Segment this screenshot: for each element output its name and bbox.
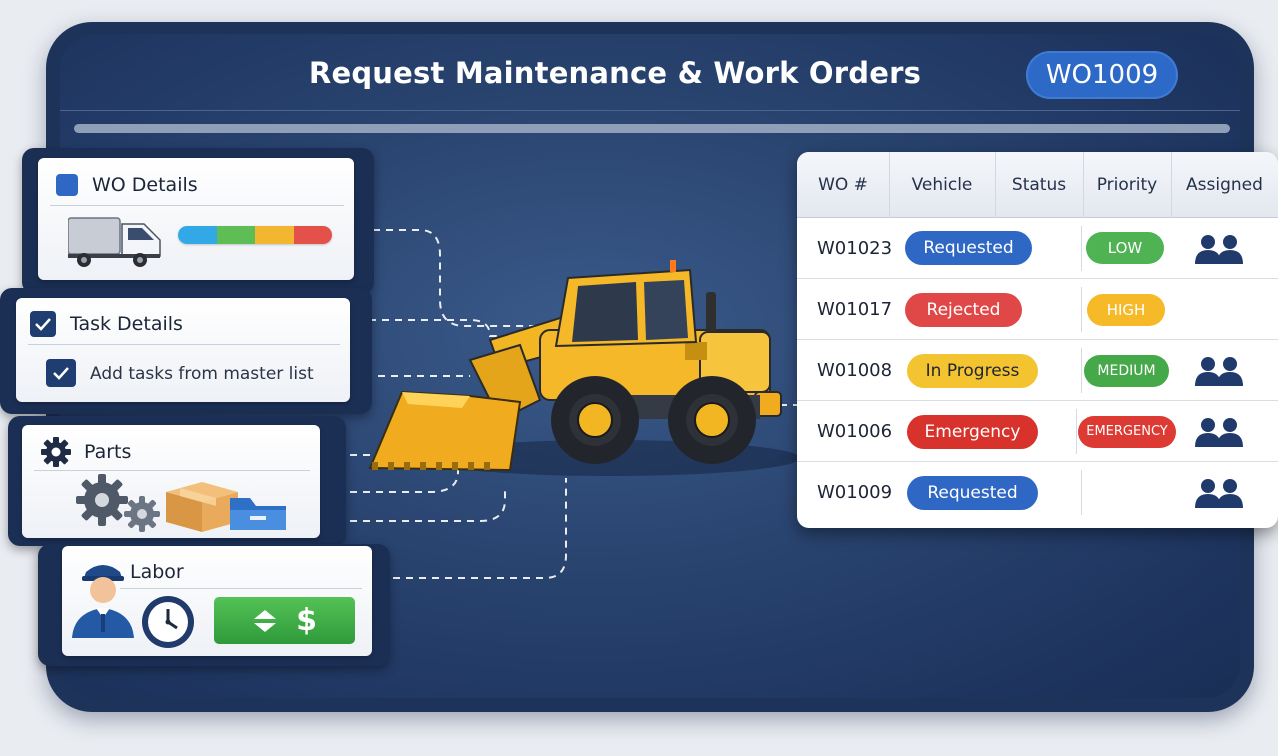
truck-icon	[68, 217, 161, 267]
wo-number: W01023	[817, 238, 893, 259]
priority-badge: LOW	[1086, 232, 1164, 264]
work-orders-table: WO # Vehicle Status Priority Assigned W0…	[797, 152, 1278, 528]
checkbox-square-icon[interactable]	[56, 174, 78, 196]
assigned-users-icon[interactable]	[1193, 416, 1245, 448]
tray-icon	[230, 498, 286, 530]
gear-icon	[41, 437, 71, 467]
table-header: WO # Vehicle Status Priority Assigned	[797, 152, 1278, 218]
table-row[interactable]: W01017 Rejected HIGH	[797, 279, 1278, 340]
gears-icon	[76, 474, 160, 532]
card-divider	[50, 205, 344, 206]
table-row[interactable]: W01023 Requested LOW	[797, 218, 1278, 279]
status-badge: Rejected	[905, 293, 1022, 327]
priority-badge: MEDIUM	[1084, 355, 1169, 387]
clock-icon	[142, 596, 194, 648]
wo-number: W01008	[817, 360, 893, 381]
wo-number: W01009	[817, 482, 893, 503]
assigned-users-icon[interactable]	[1193, 477, 1245, 509]
wo-details-title: WO Details	[92, 174, 198, 196]
priority-badge: HIGH	[1087, 294, 1165, 326]
card-divider	[120, 588, 362, 589]
status-badge: Requested	[905, 231, 1032, 265]
status-progress-bar	[178, 226, 332, 244]
priority-badge: EMERGENCY	[1078, 416, 1176, 448]
assigned-users-icon[interactable]	[1193, 355, 1245, 387]
table-row[interactable]: W01008 In Progress MEDIUM	[797, 340, 1278, 401]
wo-number: W01017	[817, 299, 893, 320]
column-header-assigned[interactable]: Assigned	[1171, 152, 1278, 218]
card-divider	[34, 470, 310, 471]
status-badge: In Progress	[907, 354, 1038, 388]
card-divider	[28, 344, 340, 345]
wheel-loader-icon	[368, 260, 782, 472]
task-details-checkbox-icon[interactable]	[30, 311, 56, 337]
labor-cost-button[interactable]: $	[214, 597, 355, 644]
labor-title: Labor	[130, 561, 184, 583]
dollar-icon: $	[296, 603, 317, 638]
add-tasks-label[interactable]: Add tasks from master list	[90, 364, 314, 384]
column-header-vehicle[interactable]: Vehicle	[889, 152, 995, 218]
parts-title: Parts	[84, 441, 132, 463]
table-row[interactable]: W01009 Requested	[797, 462, 1278, 523]
status-badge: Emergency	[907, 415, 1038, 449]
sort-arrows-icon	[254, 609, 277, 632]
task-details-title: Task Details	[70, 313, 183, 335]
column-header-status[interactable]: Status	[995, 152, 1083, 218]
add-tasks-checkbox-icon[interactable]	[46, 359, 76, 387]
column-header-wo[interactable]: WO #	[797, 152, 889, 218]
status-badge: Requested	[907, 476, 1038, 510]
assigned-users-icon[interactable]	[1193, 233, 1245, 265]
column-header-priority[interactable]: Priority	[1083, 152, 1171, 218]
technician-icon	[72, 565, 134, 638]
wo-number: W01006	[817, 421, 893, 442]
table-row[interactable]: W01006 Emergency EMERGENCY	[797, 401, 1278, 462]
